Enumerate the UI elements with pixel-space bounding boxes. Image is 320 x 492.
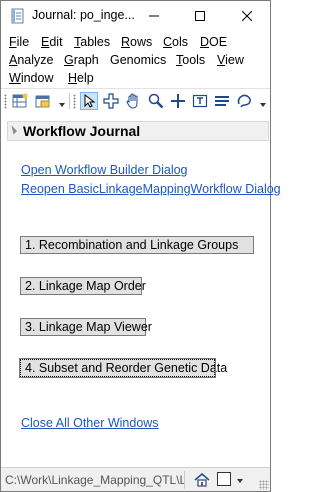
reopen-workflow-dialog-link[interactable]: Reopen BasicLinkageMappingWorkflow Dialo… (21, 182, 281, 196)
menu-view-accel: V (217, 53, 226, 67)
toolbar-dropdown-arrow[interactable] (59, 103, 65, 107)
home-window-button[interactable] (193, 471, 211, 489)
close-all-other-windows-link[interactable]: Close All Other Windows (21, 416, 159, 430)
maximize-icon (195, 11, 205, 21)
lasso-tool-button[interactable] (235, 92, 253, 110)
line-tool-icon (215, 96, 229, 106)
recombination-linkage-groups-button[interactable]: 1. Recombination and Linkage Groups (20, 236, 254, 254)
menu-window[interactable]: Window (9, 69, 53, 87)
menu-window-label: indow (20, 71, 54, 85)
menu-file-label: ile (16, 35, 30, 49)
menu-analyze-label: nalyze (17, 53, 54, 67)
title-bar[interactable]: Journal: po_inge... (1, 1, 270, 31)
menu-window-accel: W (9, 71, 21, 85)
menu-row: Window Help (1, 69, 270, 87)
menu-rows-label: ows (130, 35, 153, 49)
menu-doe-accel: D (200, 35, 210, 49)
plus-tool-icon (171, 94, 185, 108)
linkage-map-order-button[interactable]: 2. Linkage Map Order (20, 277, 146, 295)
window-list-dropdown-arrow[interactable] (237, 479, 243, 483)
menu-cols-label: ols (172, 35, 189, 49)
hand-tool-icon (126, 93, 138, 109)
journal-app-icon (10, 8, 26, 24)
toolbar (1, 88, 270, 112)
menu-tables-label: ables (80, 35, 111, 49)
menu-help-label: elp (77, 71, 94, 85)
maximize-button[interactable] (177, 1, 223, 31)
open-workflow-builder-link[interactable]: Open Workflow Builder Dialog (21, 163, 188, 177)
menu-bar: File Edit Tables Rows Cols DOE Analyze G… (1, 33, 270, 87)
menu-help-accel: H (68, 71, 78, 85)
open-icon (35, 95, 50, 108)
window-title: Journal: po_inge... (32, 8, 135, 22)
workflow-journal-outline[interactable]: Workflow Journal (7, 121, 269, 141)
minimize-button[interactable] (131, 1, 177, 31)
new-data-table-button[interactable] (11, 92, 29, 110)
disclosure-triangle-icon[interactable] (7, 125, 18, 135)
arrow-tool-button[interactable] (80, 92, 98, 110)
menu-genomics-label: Genomics (110, 53, 167, 67)
menu-file-accel: F (9, 35, 17, 49)
menu-row: Analyze Graph Genomics Tools View (1, 51, 270, 69)
line-tool-button[interactable] (213, 92, 231, 110)
menu-graph[interactable]: Graph (64, 51, 99, 69)
menu-tools-label: ools (182, 53, 206, 67)
menu-file[interactable]: File (9, 33, 29, 51)
menu-genomics[interactable]: Genomics (110, 51, 166, 69)
menu-cols[interactable]: Cols (163, 33, 188, 51)
menu-view[interactable]: View (217, 51, 244, 69)
plus-tool-button[interactable] (169, 92, 187, 110)
magnifier-tool-icon (148, 93, 164, 109)
status-path: C:\Work\Linkage_Mapping_QTL\L (5, 471, 185, 489)
menu-doe[interactable]: DOE (200, 33, 227, 51)
menu-edit-label: dit (49, 35, 63, 49)
toolbar-grip[interactable] (4, 94, 7, 109)
menu-view-label: iew (225, 53, 244, 67)
arrow-tool-icon (84, 94, 96, 108)
window-list-icon[interactable] (217, 472, 231, 486)
menu-graph-label: raph (73, 53, 99, 67)
home-icon (194, 473, 210, 487)
menu-tables[interactable]: Tables (74, 33, 110, 51)
linkage-map-viewer-button[interactable]: 3. Linkage Map Viewer (20, 318, 152, 336)
menu-edit[interactable]: Edit (41, 33, 63, 51)
subset-reorder-genetic-data-button[interactable]: 4. Subset and Reorder Genetic Data (19, 358, 227, 378)
crosshair-tool-icon (103, 93, 119, 109)
toolbar-grip[interactable] (73, 94, 76, 109)
menu-doe-label: OE (209, 35, 228, 49)
menu-cols-accel: C (163, 35, 173, 49)
resize-grip[interactable] (259, 480, 269, 490)
close-button[interactable] (224, 1, 270, 31)
menu-graph-accel: G (64, 53, 74, 67)
text-annotation-icon (192, 94, 208, 108)
outline-title: Workflow Journal (23, 123, 141, 139)
hand-tool-button[interactable] (124, 92, 142, 110)
toolbar-dropdown-arrow[interactable] (260, 103, 266, 107)
menu-row: File Edit Tables Rows Cols DOE (1, 33, 270, 51)
menu-help[interactable]: Help (68, 69, 94, 87)
close-icon (242, 11, 252, 21)
menu-tools[interactable]: Tools (176, 51, 205, 69)
open-button[interactable] (34, 92, 52, 110)
toolbar-separator (69, 93, 70, 109)
menu-analyze[interactable]: Analyze (9, 51, 53, 69)
minimize-icon (149, 15, 159, 17)
menu-rows[interactable]: Rows (121, 33, 152, 51)
crosshair-tool-button[interactable] (102, 92, 120, 110)
status-bar: C:\Work\Linkage_Mapping_QTL\L (1, 467, 270, 491)
menu-rows-accel: R (121, 35, 131, 49)
journal-window: Journal: po_inge... File Edit Tables Row… (0, 0, 281, 492)
text-annotation-button[interactable] (191, 92, 209, 110)
magnifier-tool-button[interactable] (147, 92, 165, 110)
lasso-tool-icon (237, 94, 251, 108)
new-data-table-icon (12, 93, 28, 108)
